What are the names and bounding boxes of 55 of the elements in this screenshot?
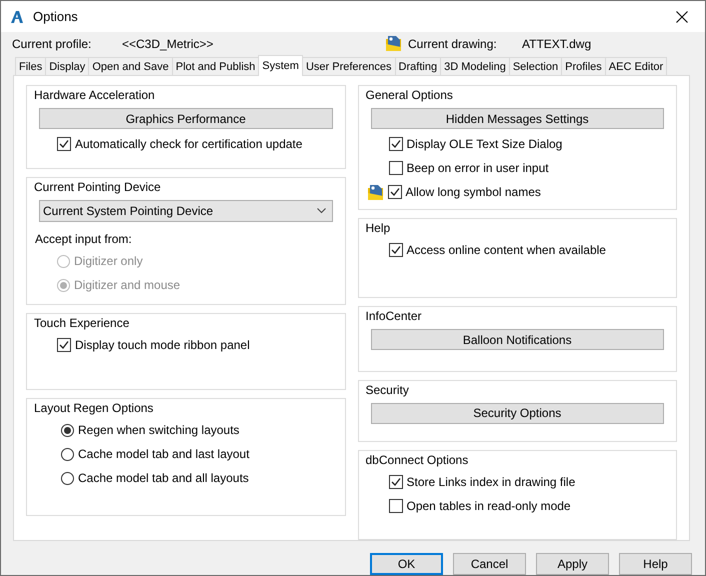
radio-button[interactable] [61, 472, 74, 484]
field-label: Accept input from: [35, 232, 133, 246]
checkbox-label: Automatically check for certification update [75, 137, 302, 151]
checkbox-label: Open tables in read-only mode [406, 499, 571, 514]
checkbox[interactable] [388, 475, 402, 490]
checkbox[interactable] [57, 137, 71, 151]
drawing-value: ATTEXT.dwg [522, 36, 592, 50]
group-title: Touch Experience [34, 316, 130, 330]
checkbox-label: Display OLE Text Size Dialog [406, 137, 562, 151]
checkbox[interactable] [388, 161, 402, 175]
radio-label: Regen when switching layouts [78, 423, 240, 437]
group-title: InfoCenter [366, 309, 423, 324]
checkbox-label: Display touch mode ribbon panel [75, 338, 250, 352]
checkbox[interactable] [388, 185, 402, 199]
chevron-down-icon [316, 208, 326, 214]
option-button[interactable]: Graphics Performance [39, 108, 332, 129]
dialog-button[interactable]: Cancel [453, 553, 526, 575]
checkbox-label: Store Links index in drawing file [406, 475, 576, 490]
tab[interactable]: Files [15, 57, 46, 76]
checkbox-label: Access online content when available [406, 243, 606, 257]
group-title: General Options [366, 88, 454, 102]
option-button[interactable]: Security Options [370, 402, 664, 424]
tab[interactable]: AEC Editor [604, 57, 668, 76]
option-button[interactable]: Balloon Notifications [370, 329, 664, 350]
checkbox[interactable] [388, 243, 402, 257]
option-button[interactable]: Hidden Messages Settings [370, 108, 664, 129]
drawing-label: Current drawing: [408, 36, 498, 50]
dialog-button[interactable]: OK [370, 553, 443, 575]
checkbox-label: Beep on error in user input [406, 161, 549, 175]
profile-value: <<C3D_Metric>> [122, 36, 214, 50]
radio-label: Cache model tab and last layout [78, 447, 250, 461]
close-icon [676, 10, 688, 22]
group-title: Help [366, 221, 392, 235]
app-logo-icon [10, 10, 24, 24]
checkbox[interactable] [388, 137, 402, 151]
group-title: Security [366, 382, 410, 397]
tab[interactable]: System [258, 55, 303, 76]
group-title: Hardware Acceleration [34, 88, 156, 102]
radio-label: Digitizer only [74, 254, 143, 268]
checkbox[interactable] [57, 338, 71, 352]
checkbox[interactable] [388, 499, 402, 514]
radio-button[interactable] [61, 448, 74, 460]
profile-label: Current profile: [12, 36, 92, 50]
pointing-device-dropdown[interactable]: Current System Pointing Device [39, 200, 332, 222]
window-title: Options [33, 9, 79, 24]
checkbox-label: Allow long symbol names [406, 185, 541, 199]
radio-button[interactable] [61, 424, 74, 436]
radio-label: Cache model tab and all layouts [78, 471, 249, 485]
drawing-file-icon [385, 35, 402, 52]
dialog-button[interactable]: Apply [536, 553, 609, 575]
group-title: Current Pointing Device [34, 180, 162, 194]
group-title: dbConnect Options [366, 453, 470, 468]
group-title: Layout Regen Options [34, 401, 154, 415]
dialog-button[interactable]: Help [619, 553, 692, 575]
radio-label: Digitizer and mouse [74, 278, 180, 292]
